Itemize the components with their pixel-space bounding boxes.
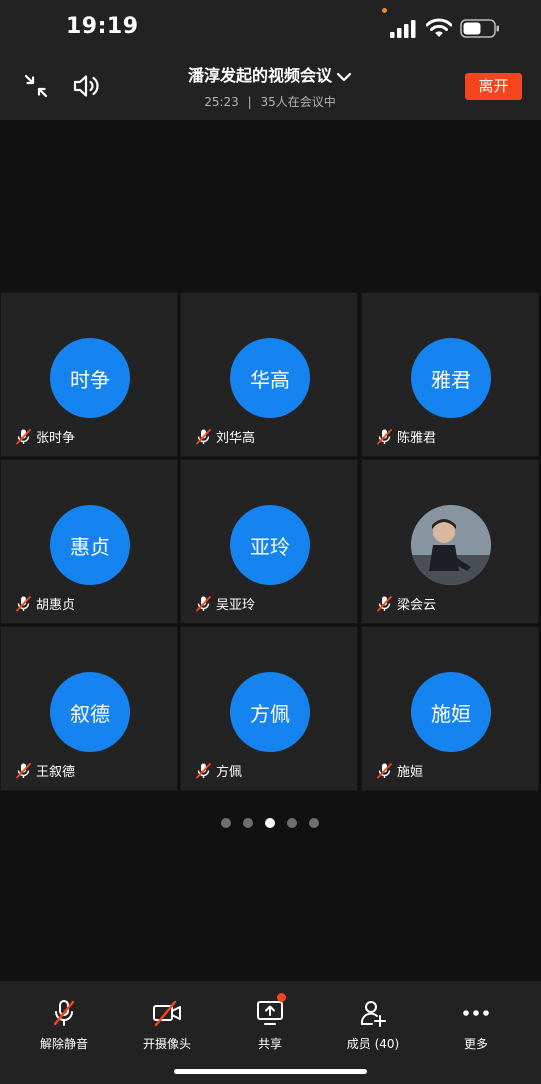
participant-name: 王叙德 [36,764,76,780]
participant-name: 吴亚玲 [216,597,256,613]
leave-button[interactable]: 离开 [465,73,522,100]
avatar: 方佩 [230,672,310,752]
participant-name-row: 陈雅君 [376,427,437,446]
participant-tile[interactable]: 雅君 陈雅君 [361,292,539,457]
camera-label: 开摄像头 [142,1037,191,1051]
participant-tile[interactable]: 梁会云 [361,459,539,624]
battery-icon [460,19,499,38]
camera-off-icon [153,1000,181,1027]
avatar: 惠贞 [50,505,130,585]
status-bar: 19:19 [0,0,541,54]
add-member-icon [360,1001,386,1027]
unmute-label: 解除静音 [39,1037,88,1051]
participant-name: 胡惠贞 [36,597,76,613]
chevron-down-icon [336,72,352,81]
more-label: 更多 [463,1037,488,1051]
participant-tile[interactable]: 时争 张时争 [0,292,178,457]
participant-name-row: 梁会云 [376,594,437,613]
participant-tile[interactable]: 方佩 方佩 [180,626,358,791]
subtitle-separator: | [247,95,252,109]
avatar: 叙德 [50,672,130,752]
mic-muted-icon [196,762,211,778]
avatar: 华高 [230,338,310,418]
mic-muted-icon [196,428,211,444]
participant-tile[interactable]: 施姮 施姮 [361,626,539,791]
more-icon [463,1010,489,1016]
cellular-signal-icon [390,20,416,38]
unmute-button[interactable]: 解除静音 [14,999,114,1051]
participant-tile[interactable]: 惠贞 胡惠贞 [0,459,178,624]
page-dot-active[interactable] [265,818,275,828]
meeting-duration: 25:23 [204,95,239,109]
mic-muted-icon [377,762,392,778]
mic-muted-icon [16,428,31,444]
participant-name: 方佩 [216,764,243,780]
mic-muted-icon [16,762,31,778]
meeting-subtitle: 25:23 | 35人在会议中 [160,93,380,110]
participant-name: 陈雅君 [397,430,437,446]
meeting-header: 潘淳发起的视频会议 25:23 | 35人在会议中 离开 [0,54,541,120]
mic-muted-icon [377,428,392,444]
status-time: 19:19 [66,14,139,39]
page-dot[interactable] [309,818,319,828]
participant-name: 梁会云 [397,597,437,613]
participant-name-row: 施姮 [376,761,424,780]
meeting-title: 潘淳发起的视频会议 [187,66,332,85]
video-grid: 时争 张时争 华高 刘华高 雅君 陈雅君 惠贞 胡惠贞 亚玲 吴亚玲 梁会云 叙… [0,292,541,793]
participant-name-row: 吴亚玲 [195,594,256,613]
avatar: 亚玲 [230,505,310,585]
screen-share-icon [257,1001,283,1025]
page-dot[interactable] [243,818,253,828]
home-indicator[interactable] [174,1069,367,1074]
camera-button[interactable]: 开摄像头 [117,999,217,1051]
meeting-title-area[interactable]: 潘淳发起的视频会议 25:23 | 35人在会议中 [160,62,380,110]
participant-count: 35人在会议中 [260,95,336,109]
notification-dot [277,993,286,1002]
page-dot[interactable] [287,818,297,828]
participant-tile[interactable]: 叙德 王叙德 [0,626,178,791]
privacy-indicator-dot [382,8,387,13]
participant-name-row: 刘华高 [195,427,256,446]
mic-muted-icon [377,595,392,611]
avatar: 施姮 [411,672,491,752]
members-button[interactable]: 成员 (40) [323,999,423,1051]
wifi-icon [426,18,452,37]
avatar: 雅君 [411,338,491,418]
share-button[interactable]: 共享 [220,993,320,1051]
avatar-photo [411,505,491,585]
participant-name-row: 方佩 [195,761,243,780]
mic-muted-icon [16,595,31,611]
participant-name: 施姮 [397,764,424,780]
participant-name-row: 胡惠贞 [15,594,76,613]
participant-name-row: 王叙德 [15,761,76,780]
participant-name: 刘华高 [216,430,256,446]
mic-muted-icon [196,595,211,611]
participant-tile[interactable]: 华高 刘华高 [180,292,358,457]
avatar: 时争 [50,338,130,418]
minimize-icon[interactable] [24,74,48,98]
participant-name-row: 张时争 [15,427,76,446]
page-dot[interactable] [221,818,231,828]
page-indicator[interactable] [221,818,319,828]
participant-tile[interactable]: 亚玲 吴亚玲 [180,459,358,624]
members-label: 成员 (40) [346,1037,400,1051]
child-photo-icon [411,505,491,585]
participant-name: 张时争 [36,430,76,446]
share-label: 共享 [257,1037,282,1051]
mic-muted-icon [53,1000,75,1026]
more-button[interactable]: 更多 [426,999,526,1051]
speaker-icon[interactable] [72,72,102,100]
